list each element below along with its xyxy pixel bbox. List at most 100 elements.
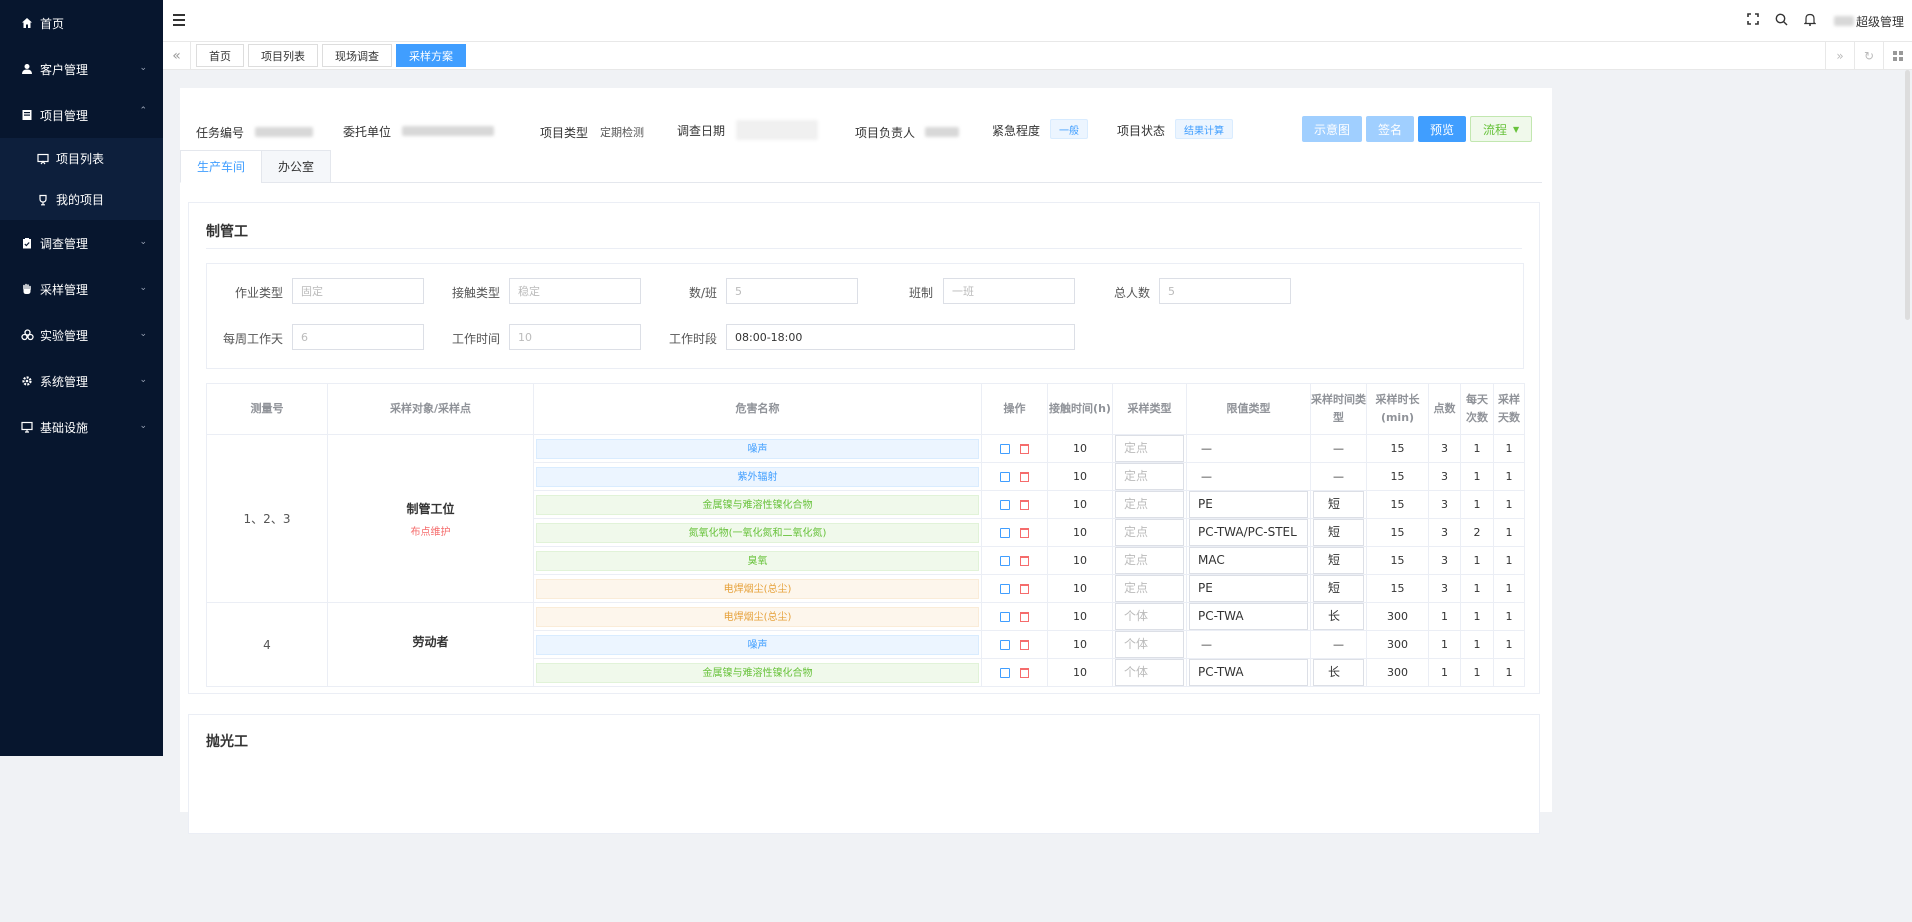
- sign-button[interactable]: 签名: [1366, 116, 1415, 142]
- sample-type-select[interactable]: 个体: [1115, 603, 1184, 630]
- copy-icon[interactable]: [1000, 555, 1010, 566]
- sample-point-cell: 劳动者: [327, 602, 534, 687]
- sidebar-item-project-list[interactable]: 项目列表: [0, 138, 163, 179]
- period-input[interactable]: 08:00-18:00: [726, 324, 1075, 350]
- sidebar-item-system[interactable]: 系统管理 ⌄: [0, 358, 163, 404]
- limit-type-select[interactable]: PE: [1189, 575, 1308, 602]
- copy-icon[interactable]: [1000, 443, 1010, 454]
- limit-type-select[interactable]: PC-TWA: [1189, 659, 1308, 686]
- contact-type-input[interactable]: 稳定: [509, 278, 641, 304]
- sample-type-select[interactable]: 定点: [1115, 435, 1184, 462]
- preview-button[interactable]: 预览: [1418, 116, 1467, 142]
- delete-icon[interactable]: [1020, 443, 1029, 454]
- tab-production-workshop[interactable]: 生产车间: [180, 150, 263, 183]
- limit-type-select[interactable]: PC-TWA/PC-STEL: [1189, 519, 1308, 546]
- scrollbar[interactable]: [1905, 70, 1910, 320]
- sample-type-select[interactable]: 定点: [1115, 519, 1184, 546]
- delete-icon[interactable]: [1020, 471, 1029, 482]
- delete-icon[interactable]: [1020, 499, 1029, 510]
- sample-type-select[interactable]: 定点: [1115, 575, 1184, 602]
- sidebar-item-lab[interactable]: 实验管理 ⌄: [0, 312, 163, 358]
- days-cell: 1: [1493, 658, 1525, 687]
- sidebar-item-home[interactable]: 首页: [0, 0, 163, 46]
- divider: [206, 248, 1522, 249]
- sidebar-item-label: 首页: [40, 16, 65, 31]
- delete-icon[interactable]: [1020, 583, 1029, 594]
- sample-point-note[interactable]: 布点维护: [328, 523, 533, 538]
- col-days: 采样天数: [1493, 383, 1525, 435]
- sidebar-item-my-project[interactable]: 我的项目: [0, 179, 163, 220]
- shift-input[interactable]: 一班: [943, 278, 1075, 304]
- delete-icon[interactable]: [1020, 611, 1029, 622]
- copy-icon[interactable]: [1000, 667, 1010, 678]
- sidebar-item-infrastructure[interactable]: 基础设施 ⌄: [0, 404, 163, 450]
- time-type-cell: 短: [1310, 574, 1367, 603]
- copy-icon[interactable]: [1000, 639, 1010, 650]
- sidebar-item-survey[interactable]: 调查管理 ⌄: [0, 220, 163, 266]
- copy-icon[interactable]: [1000, 499, 1010, 510]
- sample-type-select[interactable]: 个体: [1115, 659, 1184, 686]
- time-type-select[interactable]: 长: [1313, 659, 1364, 686]
- refresh-icon[interactable]: ↻: [1854, 42, 1883, 69]
- sidebar-item-sampling[interactable]: 采样管理 ⌄: [0, 266, 163, 312]
- tab-office[interactable]: 办公室: [261, 150, 332, 183]
- tab-sampling-plan[interactable]: 采样方案: [396, 44, 466, 67]
- delete-icon[interactable]: [1020, 527, 1029, 538]
- tab-project-list[interactable]: 项目列表: [248, 44, 318, 67]
- time-type-cell: —: [1310, 462, 1367, 491]
- copy-icon[interactable]: [1000, 527, 1010, 538]
- status-label: 项目状态: [1117, 124, 1166, 138]
- hazard-tag: 噪声: [536, 438, 979, 459]
- delete-icon[interactable]: [1020, 639, 1029, 650]
- delete-icon[interactable]: [1020, 555, 1029, 566]
- diagram-button[interactable]: 示意图: [1302, 116, 1363, 142]
- sidebar-item-customer[interactable]: 客户管理 ⌄: [0, 46, 163, 92]
- col-time-type: 采样时间类型: [1310, 383, 1367, 435]
- menu-toggle-icon[interactable]: [173, 14, 185, 26]
- copy-icon[interactable]: [1000, 583, 1010, 594]
- contact-time-cell: 10: [1047, 434, 1113, 463]
- sample-type-select[interactable]: 个体: [1115, 631, 1184, 658]
- time-type-select[interactable]: 短: [1313, 547, 1364, 574]
- limit-type-select[interactable]: PE: [1189, 491, 1308, 518]
- bell-icon[interactable]: [1803, 13, 1817, 30]
- type-label: 项目类型: [540, 126, 589, 140]
- search-icon[interactable]: [1775, 13, 1788, 30]
- limit-type-select[interactable]: PC-TWA: [1189, 603, 1308, 630]
- limit-type-cell: —: [1186, 462, 1311, 491]
- job-type-input[interactable]: 固定: [292, 278, 424, 304]
- limit-type-select[interactable]: MAC: [1189, 547, 1308, 574]
- sample-type-select[interactable]: 定点: [1115, 491, 1184, 518]
- total-input[interactable]: 5: [1159, 278, 1291, 304]
- fullscreen-icon[interactable]: [1747, 13, 1759, 29]
- duration-cell: 15: [1366, 574, 1429, 603]
- sample-type-cell: 定点: [1112, 518, 1187, 547]
- time-type-cell: 短: [1310, 518, 1367, 547]
- time-type-select[interactable]: 短: [1313, 575, 1364, 602]
- time-type-select[interactable]: 长: [1313, 603, 1364, 630]
- hours-input[interactable]: 10: [509, 324, 641, 350]
- tab-site-survey[interactable]: 现场调查: [322, 44, 392, 67]
- operation-cell: [981, 518, 1048, 547]
- copy-icon[interactable]: [1000, 611, 1010, 622]
- user-menu[interactable]: 超级管理: [1833, 13, 1904, 30]
- time-type-select[interactable]: 短: [1313, 491, 1364, 518]
- days-input[interactable]: 6: [292, 324, 424, 350]
- time-type-select[interactable]: 短: [1313, 519, 1364, 546]
- tab-home[interactable]: 首页: [196, 44, 244, 67]
- per-shift-input[interactable]: 5: [726, 278, 858, 304]
- date-value: [736, 120, 818, 140]
- workshop-tabs: 生产车间 办公室: [180, 150, 1542, 183]
- delete-icon[interactable]: [1020, 667, 1029, 678]
- sample-type-select[interactable]: 定点: [1115, 547, 1184, 574]
- copy-icon[interactable]: [1000, 471, 1010, 482]
- flow-button[interactable]: 流程 ▼: [1470, 116, 1533, 142]
- scroll-left-icon[interactable]: «: [163, 42, 191, 69]
- sidebar-item-project[interactable]: 项目管理 ⌃: [0, 92, 163, 138]
- contact-type-label: 接触类型: [451, 286, 500, 300]
- operation-cell: [981, 434, 1048, 463]
- scroll-right-icon[interactable]: »: [1825, 42, 1854, 69]
- grid-icon[interactable]: [1883, 42, 1912, 69]
- clipboard-icon: [20, 236, 34, 250]
- sample-type-select[interactable]: 定点: [1115, 463, 1184, 490]
